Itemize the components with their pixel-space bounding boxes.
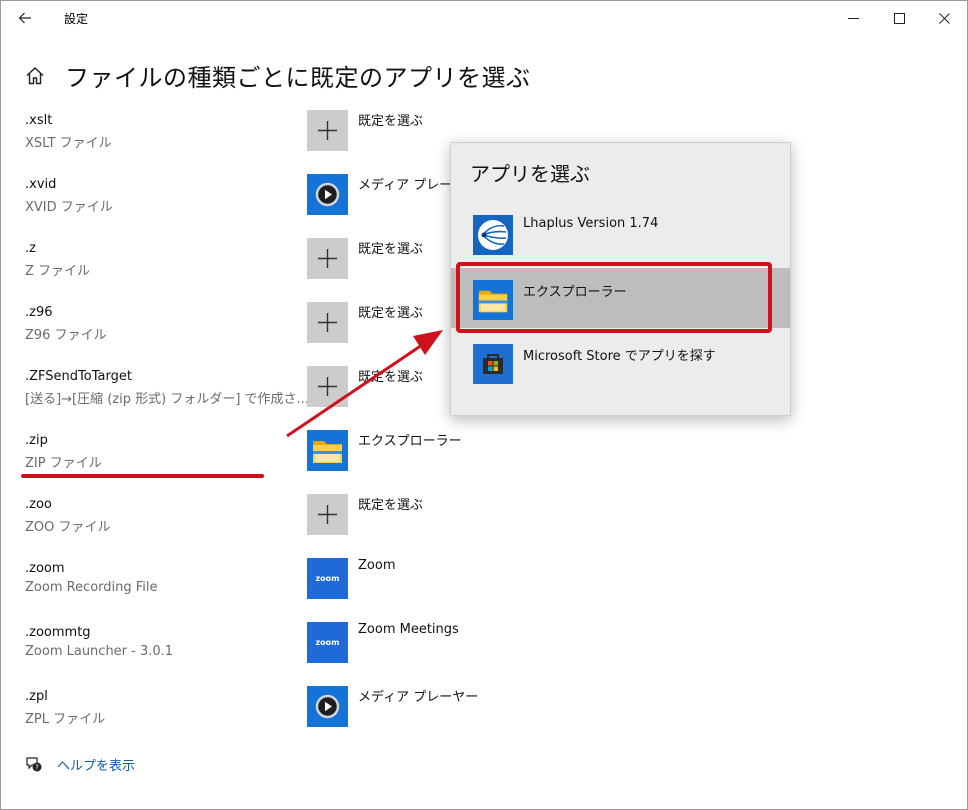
title-bar: 設定 bbox=[1, 1, 967, 35]
extension-description: [送る]→[圧縮 (zip 形式) フォルダー] で作成さ... bbox=[25, 392, 309, 407]
extension-description: ZIP ファイル bbox=[25, 456, 102, 471]
extension-description: ZPL ファイル bbox=[25, 712, 106, 727]
help-link[interactable]: ? ヘルプを表示 bbox=[25, 755, 135, 774]
media-player-icon bbox=[307, 174, 348, 215]
window-title: 設定 bbox=[64, 12, 89, 26]
extension-description: Z96 ファイル bbox=[25, 328, 107, 343]
page-header: ファイルの種類ごとに既定のアプリを選ぶ bbox=[22, 57, 531, 93]
home-icon[interactable] bbox=[22, 62, 48, 88]
flyout-title: アプリを選ぶ bbox=[470, 162, 590, 186]
extension-description: XSLT ファイル bbox=[25, 136, 112, 151]
default-app-button[interactable]: メディア プレーヤー bbox=[307, 686, 607, 730]
help-label: ヘルプを表示 bbox=[57, 759, 136, 774]
file-type-row: .zoommtg Zoom Launcher - 3.0.1 zoom Zoom… bbox=[1, 622, 967, 689]
media-player-icon bbox=[307, 686, 348, 727]
extension-name: .z bbox=[25, 241, 36, 256]
file-type-row: .zoo ZOO ファイル 既定を選ぶ bbox=[1, 494, 967, 561]
settings-window: 設定 ファイルの種類ごとに既定のアプリを選ぶ .xslt XSLT ファイル 既… bbox=[0, 0, 968, 810]
file-type-row: .zip ZIP ファイル エクスプローラー bbox=[1, 430, 967, 497]
flyout-item-microsoft-store[interactable]: Microsoft Store でアプリを探す bbox=[451, 332, 790, 392]
lhaplus-icon bbox=[473, 215, 513, 255]
zoom-icon: zoom bbox=[307, 558, 348, 599]
flyout-item-label: Lhaplus Version 1.74 bbox=[523, 216, 659, 231]
zoom-icon-text: zoom bbox=[315, 638, 340, 647]
extension-name: .z96 bbox=[25, 305, 53, 320]
default-app-button[interactable]: zoom Zoom bbox=[307, 558, 607, 602]
plus-icon bbox=[307, 238, 348, 279]
extension-name: .zoom bbox=[25, 561, 65, 576]
help-chat-icon: ? bbox=[26, 757, 42, 772]
extension-name: .zpl bbox=[25, 689, 48, 704]
file-explorer-icon bbox=[307, 430, 348, 471]
default-app-button[interactable]: zoom Zoom Meetings bbox=[307, 622, 607, 666]
extension-description: XVID ファイル bbox=[25, 200, 113, 215]
plus-icon bbox=[307, 366, 348, 407]
microsoft-store-icon bbox=[473, 344, 513, 384]
app-label: Zoom Meetings bbox=[358, 622, 459, 637]
maximize-button[interactable] bbox=[876, 5, 922, 31]
app-label: Zoom bbox=[358, 558, 396, 573]
choose-default-button[interactable]: 既定を選ぶ bbox=[307, 494, 607, 538]
close-button[interactable] bbox=[921, 5, 967, 31]
svg-text:?: ? bbox=[35, 764, 39, 772]
app-label: 既定を選ぶ bbox=[358, 498, 424, 513]
minimize-button[interactable] bbox=[830, 5, 876, 31]
app-label: 既定を選ぶ bbox=[358, 306, 424, 321]
file-type-row: .zoom Zoom Recording File zoom Zoom bbox=[1, 558, 967, 625]
flyout-item-label: エクスプローラー bbox=[523, 285, 627, 300]
extension-name: .zip bbox=[25, 433, 48, 448]
page-title: ファイルの種類ごとに既定のアプリを選ぶ bbox=[65, 63, 531, 92]
default-app-button[interactable]: エクスプローラー bbox=[307, 430, 607, 474]
app-label: メディア プレーヤー bbox=[358, 690, 479, 705]
zoom-icon-text: zoom bbox=[315, 574, 340, 583]
extension-description: Zoom Recording File bbox=[25, 580, 158, 595]
minimize-icon bbox=[847, 17, 859, 19]
app-label: 既定を選ぶ bbox=[358, 370, 424, 385]
maximize-icon bbox=[893, 12, 905, 24]
extension-name: .ZFSendToTarget bbox=[25, 369, 132, 384]
close-icon bbox=[938, 12, 950, 24]
flyout-item-file-explorer[interactable]: エクスプローラー bbox=[451, 268, 790, 328]
app-label: 既定を選ぶ bbox=[358, 114, 424, 129]
extension-name: .xslt bbox=[25, 113, 53, 128]
choose-app-flyout: アプリを選ぶ Lhaplus Version 1.74 エクスプローラー Mic… bbox=[450, 142, 791, 416]
extension-description: Z ファイル bbox=[25, 264, 91, 279]
plus-icon bbox=[307, 494, 348, 535]
back-button[interactable] bbox=[11, 6, 39, 30]
extension-description: Zoom Launcher - 3.0.1 bbox=[25, 644, 174, 659]
plus-icon bbox=[307, 302, 348, 343]
app-label: 既定を選ぶ bbox=[358, 242, 424, 257]
back-arrow-icon bbox=[18, 12, 31, 24]
file-type-row: .zpl ZPL ファイル メディア プレーヤー bbox=[1, 686, 967, 753]
file-explorer-icon bbox=[473, 280, 513, 320]
extension-name: .zoommtg bbox=[25, 625, 91, 640]
zoom-icon: zoom bbox=[307, 622, 348, 663]
flyout-item-label: Microsoft Store でアプリを探す bbox=[523, 349, 716, 364]
extension-name: .xvid bbox=[25, 177, 57, 192]
flyout-item-lhaplus[interactable]: Lhaplus Version 1.74 bbox=[451, 203, 790, 263]
plus-icon bbox=[307, 110, 348, 151]
extension-description: ZOO ファイル bbox=[25, 520, 111, 535]
app-label: エクスプローラー bbox=[358, 434, 462, 449]
extension-name: .zoo bbox=[25, 497, 52, 512]
